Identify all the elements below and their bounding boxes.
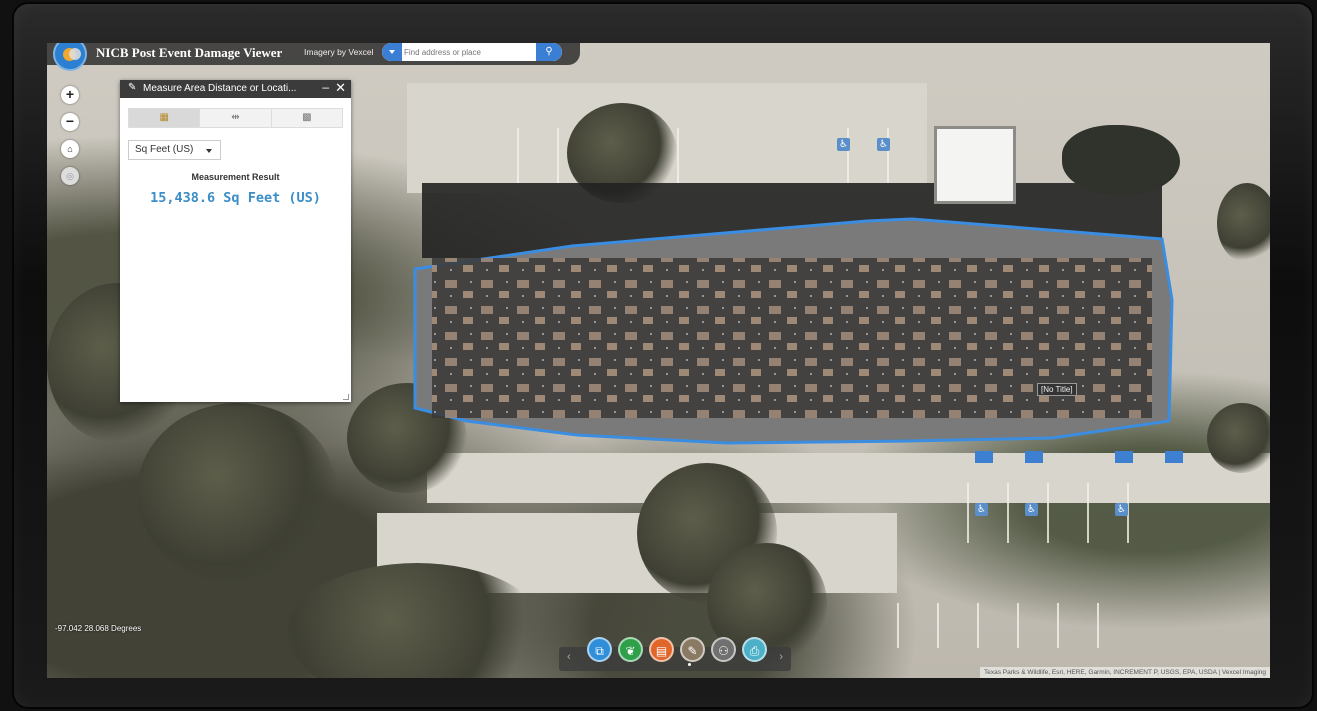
search-bar: ⚲	[382, 43, 562, 61]
area-tool-button[interactable]: ▦	[129, 109, 201, 127]
app-screen: ♿ ♿ ♿ ♿ ♿ [No Title] NICB Post Event Dam…	[47, 43, 1270, 678]
share-icon: ⚇	[718, 644, 729, 658]
search-icon: ⚲	[545, 46, 553, 57]
app-title: NICB Post Event Damage Viewer	[96, 45, 283, 60]
basemap-icon: ❦	[625, 644, 636, 658]
close-button[interactable]: ✕	[335, 80, 346, 96]
legend-icon: ▤	[655, 644, 668, 658]
location-tool-button[interactable]: ▩	[272, 109, 342, 127]
measure-icon: ✎	[687, 644, 698, 658]
result-label: Measurement Result	[191, 172, 280, 182]
distance-icon: ⇹	[231, 112, 240, 123]
result-value: 15,438.6 Sq Feet (US)	[150, 190, 321, 206]
toolbar-prev-button[interactable]: ‹	[567, 651, 571, 663]
print-button[interactable]: ⎙	[742, 637, 767, 662]
toolbar-next-button[interactable]: ›	[779, 651, 783, 663]
bottom-toolbar: ‹ ⧉ ❦ ▤ ✎ ⚇ ⎙ ›	[559, 637, 791, 671]
measure-panel-title: Measure Area Distance or Locati...	[143, 83, 297, 94]
search-source-dropdown[interactable]	[382, 43, 402, 61]
measure-tool-row: ▦ ⇹ ▩	[128, 108, 343, 128]
search-button[interactable]: ⚲	[536, 43, 562, 61]
layers-icon: ⧉	[595, 644, 604, 658]
area-icon: ▦	[159, 112, 169, 123]
home-button[interactable]: ⌂	[61, 140, 79, 158]
unit-dropdown[interactable]: Sq Feet (US)	[128, 140, 221, 160]
measure-button[interactable]: ✎	[680, 637, 705, 662]
zoom-in-button[interactable]: +	[61, 86, 79, 104]
basemap-button[interactable]: ❦	[618, 637, 643, 662]
distance-tool-button[interactable]: ⇹	[200, 109, 272, 127]
print-icon: ⎙	[749, 644, 760, 658]
home-icon: ⌂	[67, 144, 73, 154]
resize-handle[interactable]	[343, 394, 349, 400]
locate-icon: ◎	[66, 171, 74, 181]
location-icon: ▩	[302, 112, 312, 123]
zoom-out-button[interactable]: −	[61, 113, 79, 131]
feature-label[interactable]: [No Title]	[1037, 383, 1077, 396]
search-input[interactable]	[404, 44, 534, 60]
legend-button[interactable]: ▤	[649, 637, 674, 662]
pencil-icon: ✎	[128, 82, 137, 93]
measure-panel: ✎ Measure Area Distance or Locati... – ✕…	[120, 80, 351, 402]
map-controls: + − ⌂ ◎	[61, 86, 79, 194]
layers-button[interactable]: ⧉	[587, 637, 612, 662]
coordinate-readout: -97.042 28.068 Degrees	[55, 624, 142, 633]
app-header: NICB Post Event Damage Viewer Imagery by…	[47, 43, 580, 71]
map-attribution: Texas Parks & Wildlife, Esri, HERE, Garm…	[980, 667, 1270, 678]
locate-button[interactable]: ◎	[61, 167, 79, 185]
share-button[interactable]: ⚇	[711, 637, 736, 662]
toolbar-icons: ⧉ ❦ ▤ ✎ ⚇ ⎙	[587, 637, 767, 662]
active-indicator	[688, 663, 691, 666]
minimize-button[interactable]: –	[322, 80, 329, 94]
measure-panel-header[interactable]: ✎ Measure Area Distance or Locati... – ✕	[120, 80, 351, 98]
measure-panel-body: ▦ ⇹ ▩ Sq Feet (US) Measurement Result 15…	[120, 98, 351, 216]
imagery-credit: Imagery by Vexcel	[304, 47, 374, 57]
